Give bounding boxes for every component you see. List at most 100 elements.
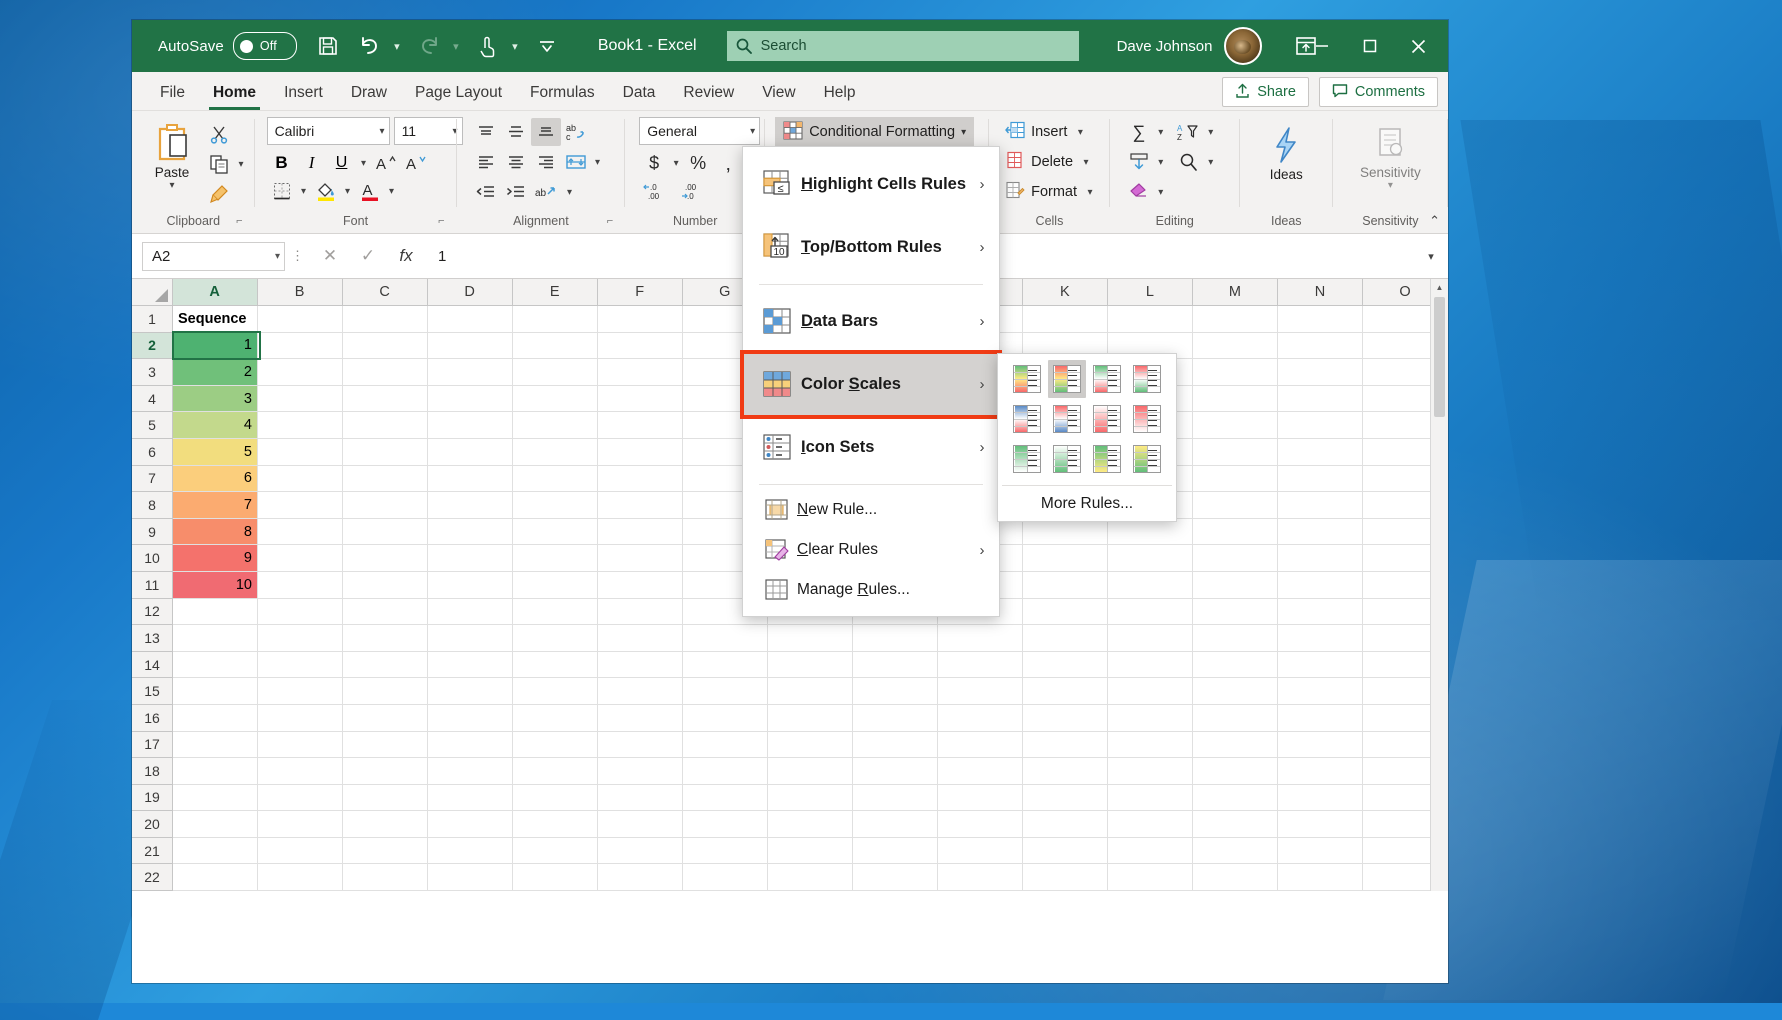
cell-E3[interactable] — [513, 359, 598, 385]
sensitivity-dropdown-caret[interactable]: ▾ — [1383, 180, 1397, 191]
row-header-14[interactable]: 14 — [132, 652, 172, 679]
cell-C5[interactable] — [343, 412, 428, 438]
cell-B14[interactable] — [258, 651, 343, 678]
cell-E1[interactable] — [513, 306, 598, 332]
cell-M6[interactable] — [1193, 438, 1278, 465]
cell-N7[interactable] — [1278, 465, 1363, 492]
cell-C18[interactable] — [343, 758, 428, 784]
tab-data[interactable]: Data — [609, 76, 670, 110]
cell-C22[interactable] — [343, 864, 428, 891]
cell-L13[interactable] — [1108, 625, 1193, 651]
cell-A8[interactable]: 7 — [173, 492, 258, 518]
cell-N1[interactable] — [1278, 306, 1363, 332]
cell-K15[interactable] — [1023, 678, 1108, 704]
cell-A12[interactable] — [173, 598, 258, 625]
cell-L20[interactable] — [1108, 811, 1193, 837]
cell-I14[interactable] — [853, 651, 938, 678]
cell-C8[interactable] — [343, 492, 428, 518]
autosum-icon[interactable]: ∑ — [1124, 118, 1154, 146]
cell-B12[interactable] — [258, 598, 343, 625]
enter-icon[interactable]: ✓ — [349, 242, 387, 270]
cell-B19[interactable] — [258, 784, 343, 811]
cell-D22[interactable] — [428, 864, 513, 891]
cell-E15[interactable] — [513, 678, 598, 704]
cell-B22[interactable] — [258, 864, 343, 891]
align-center-icon[interactable] — [501, 148, 531, 176]
cell-M18[interactable] — [1193, 758, 1278, 784]
cell-M14[interactable] — [1193, 651, 1278, 678]
cell-C9[interactable] — [343, 518, 428, 545]
cell-E12[interactable] — [513, 598, 598, 625]
cell-N6[interactable] — [1278, 438, 1363, 465]
cell-M13[interactable] — [1193, 625, 1278, 651]
cell-H21[interactable] — [768, 837, 853, 864]
paste-button[interactable]: Paste ▾ — [144, 117, 200, 191]
cell-B13[interactable] — [258, 625, 343, 651]
cell-D21[interactable] — [428, 837, 513, 864]
tab-help[interactable]: Help — [810, 76, 870, 110]
cell-D14[interactable] — [428, 651, 513, 678]
cell-B11[interactable] — [258, 571, 343, 598]
cell-H17[interactable] — [768, 731, 853, 758]
cell-L14[interactable] — [1108, 651, 1193, 678]
cell-B21[interactable] — [258, 837, 343, 864]
find-select-dropdown-caret[interactable]: ▾ — [1204, 157, 1218, 168]
cell-F7[interactable] — [598, 465, 683, 492]
cell-N16[interactable] — [1278, 704, 1363, 731]
cell-D16[interactable] — [428, 704, 513, 731]
cell-M1[interactable] — [1193, 306, 1278, 332]
tab-review[interactable]: Review — [669, 76, 748, 110]
cell-K18[interactable] — [1023, 758, 1108, 784]
cell-D6[interactable] — [428, 438, 513, 465]
cell-C2[interactable] — [343, 332, 428, 359]
row-header-16[interactable]: 16 — [132, 705, 172, 732]
column-header-M[interactable]: M — [1192, 279, 1278, 305]
cell-I18[interactable] — [853, 758, 938, 784]
delete-dropdown-caret[interactable]: ▾ — [1079, 157, 1093, 168]
clear-icon[interactable] — [1124, 178, 1154, 206]
ideas-button[interactable]: Ideas — [1258, 121, 1314, 182]
borders-dropdown-caret[interactable]: ▾ — [297, 186, 311, 197]
cell-F4[interactable] — [598, 385, 683, 412]
save-icon[interactable] — [311, 29, 345, 63]
increase-decimal-icon[interactable]: .0.00 — [639, 177, 677, 205]
column-header-L[interactable]: L — [1107, 279, 1193, 305]
cell-G18[interactable] — [683, 758, 768, 784]
row-header-19[interactable]: 19 — [132, 785, 172, 812]
fill-dropdown-caret[interactable]: ▾ — [1154, 157, 1168, 168]
row-header-10[interactable]: 10 — [132, 545, 172, 572]
cell-L1[interactable] — [1108, 306, 1193, 332]
cell-J13[interactable] — [938, 625, 1023, 651]
cell-I22[interactable] — [853, 864, 938, 891]
scroll-up-arrow-icon[interactable]: ▲ — [1431, 279, 1448, 296]
tab-draw[interactable]: Draw — [337, 76, 401, 110]
menu-item-color-scales[interactable]: Color Scales › — [740, 350, 1002, 419]
cell-J19[interactable] — [938, 784, 1023, 811]
clipboard-dialog-launcher[interactable]: ⌐ — [236, 215, 242, 227]
cell-L17[interactable] — [1108, 731, 1193, 758]
cell-F6[interactable] — [598, 438, 683, 465]
color-scale-swatch-red-white-blue[interactable] — [1048, 400, 1086, 438]
cell-C1[interactable] — [343, 306, 428, 332]
cell-B7[interactable] — [258, 465, 343, 492]
cell-E5[interactable] — [513, 412, 598, 438]
cell-D5[interactable] — [428, 412, 513, 438]
cell-J22[interactable] — [938, 864, 1023, 891]
cell-L19[interactable] — [1108, 784, 1193, 811]
row-header-7[interactable]: 7 — [132, 466, 172, 493]
cell-G15[interactable] — [683, 678, 768, 704]
cell-A5[interactable]: 4 — [173, 412, 258, 438]
cell-N2[interactable] — [1278, 332, 1363, 359]
cell-I16[interactable] — [853, 704, 938, 731]
cell-L11[interactable] — [1108, 571, 1193, 598]
menu-item-icon-sets[interactable]: Icon Sets › — [743, 416, 999, 479]
cell-K19[interactable] — [1023, 784, 1108, 811]
font-color-dropdown-caret[interactable]: ▾ — [385, 186, 399, 197]
cell-I20[interactable] — [853, 811, 938, 837]
cell-A16[interactable] — [173, 704, 258, 731]
cell-F20[interactable] — [598, 811, 683, 837]
cell-A1[interactable]: Sequence — [173, 306, 258, 332]
row-header-18[interactable]: 18 — [132, 758, 172, 785]
cell-H19[interactable] — [768, 784, 853, 811]
cell-J15[interactable] — [938, 678, 1023, 704]
